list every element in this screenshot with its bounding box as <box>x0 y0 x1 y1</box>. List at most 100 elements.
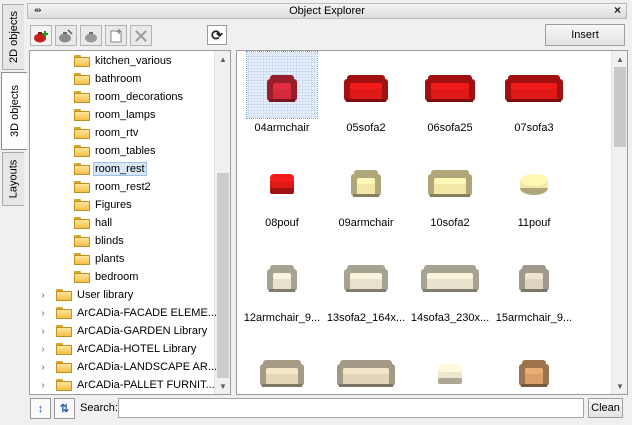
object-thumbnail[interactable] <box>411 337 489 394</box>
scroll-up-icon[interactable]: ▲ <box>215 51 230 67</box>
sofa-icon <box>499 52 569 118</box>
window-title: Object Explorer <box>289 5 365 17</box>
object-thumbnail[interactable]: 13sofa2_164x... <box>327 242 405 324</box>
tree-item[interactable]: room_lamps <box>74 106 158 124</box>
pin-icon[interactable]: ⇹ <box>34 5 42 16</box>
tree-scrollbar[interactable]: ▲ ▼ <box>214 51 230 394</box>
object-name: 13sofa2_164x... <box>326 312 406 324</box>
tab-2d-objects[interactable]: 2D objects <box>2 4 24 70</box>
search-label: Search: <box>80 402 118 414</box>
expand-chevron-icon[interactable]: › <box>38 308 48 319</box>
bottom-bar: ↕ ⇅ Search: Clean <box>27 396 627 422</box>
insert-button[interactable]: Insert <box>545 24 625 46</box>
tree-item-label: kitchen_various <box>95 55 172 67</box>
folder-icon <box>74 271 90 283</box>
object-thumbnail[interactable]: 10sofa2 <box>411 147 489 229</box>
refresh-button[interactable]: ⟳ <box>207 25 227 45</box>
object-thumbnail[interactable]: 07sofa3 <box>495 52 573 134</box>
object-thumbnail[interactable]: 04armchair <box>243 51 321 134</box>
folder-icon <box>56 379 72 391</box>
folder-icon <box>74 73 90 85</box>
object-thumbnail[interactable]: 11pouf <box>495 147 573 229</box>
tree-item[interactable]: room_rest <box>74 160 147 178</box>
expand-chevron-icon[interactable]: › <box>38 326 48 337</box>
sofa-icon <box>247 337 317 394</box>
folder-icon <box>74 217 90 229</box>
folder-icon <box>56 343 72 355</box>
tab-2d-objects-label: 2D objects <box>7 11 20 63</box>
tree-item[interactable]: room_rest2 <box>74 178 153 196</box>
object-thumbnail[interactable]: 15armchair_9... <box>495 242 573 324</box>
grid-scroll-up-icon[interactable]: ▲ <box>612 51 627 67</box>
tree-item[interactable]: › User library <box>38 286 135 304</box>
tools-icon <box>135 29 147 42</box>
object-grid: ▲ ▼ 04armchair 05sofa2 06sofa25 07sofa3 08po… <box>236 50 628 395</box>
grid-scroll-thumb[interactable] <box>614 67 626 147</box>
folder-icon <box>74 127 90 139</box>
object-name: 11pouf <box>517 217 551 229</box>
tree-item-label: ArCADia-LANDSCAPE AR... <box>77 361 217 373</box>
object-properties-button[interactable] <box>80 25 102 46</box>
tools-button[interactable] <box>130 25 152 46</box>
teapot-icon <box>85 31 97 42</box>
tree-item-label: bathroom <box>95 73 142 85</box>
object-thumbnail[interactable]: 06sofa25 <box>411 52 489 134</box>
scroll-down-icon[interactable]: ▼ <box>215 378 230 394</box>
object-thumbnail[interactable] <box>243 337 321 394</box>
object-thumbnail[interactable]: 05sofa2 <box>327 52 405 134</box>
tree-item[interactable]: › ArCADia-GARDEN Library <box>38 322 209 340</box>
tree-item[interactable]: plants <box>74 250 126 268</box>
tree-item[interactable]: hall <box>74 214 114 232</box>
add-object-button[interactable] <box>30 25 52 46</box>
tree-item[interactable]: bathroom <box>74 70 143 88</box>
grid-scroll-down-icon[interactable]: ▼ <box>612 378 627 394</box>
expand-chevron-icon[interactable]: › <box>38 380 48 391</box>
tree-item[interactable]: › ArCADia-FACADE ELEME... <box>38 304 219 322</box>
tree-item[interactable]: Figures <box>74 196 134 214</box>
tree-item[interactable]: kitchen_various <box>74 52 173 70</box>
tree-item-label: ArCADia-GARDEN Library <box>77 325 208 337</box>
object-thumbnail[interactable]: 08pouf <box>243 147 321 229</box>
tab-3d-objects-label: 3D objects <box>8 85 21 137</box>
object-name: 08pouf <box>265 217 299 229</box>
object-thumbnail[interactable]: 12armchair_9... <box>243 242 321 324</box>
sofa-icon <box>331 242 401 308</box>
tree-item-label: room_rest <box>93 162 147 176</box>
folder-icon <box>56 289 72 301</box>
tree-item[interactable]: room_decorations <box>74 88 185 106</box>
new-document-icon <box>110 28 122 42</box>
teapot-add-icon <box>34 30 48 42</box>
expand-chevron-icon[interactable]: › <box>38 290 48 301</box>
object-thumbnail[interactable]: 14sofa3_230x... <box>411 242 489 324</box>
close-icon[interactable]: × <box>614 3 621 17</box>
folder-icon <box>74 91 90 103</box>
expand-chevron-icon[interactable]: › <box>38 362 48 373</box>
expand-chevron-icon[interactable]: › <box>38 344 48 355</box>
pouf-icon <box>247 147 317 213</box>
tree-scroll-thumb[interactable] <box>217 173 229 378</box>
tree-item[interactable]: › ArCADia-PALLET FURNIT... <box>38 376 217 394</box>
folder-icon <box>74 235 90 247</box>
clean-button[interactable]: Clean <box>588 398 623 418</box>
tree-item-label: room_rtv <box>95 127 139 139</box>
tab-3d-objects[interactable]: 3D objects <box>1 72 27 150</box>
folder-icon <box>74 181 90 193</box>
new-folder-button[interactable] <box>105 25 127 46</box>
search-input[interactable] <box>118 398 584 418</box>
tab-layouts[interactable]: Layouts <box>2 152 24 206</box>
sort-ascending-button[interactable]: ↕ <box>30 398 51 419</box>
tree-item[interactable]: › ArCADia-HOTEL Library <box>38 340 198 358</box>
tree-item[interactable]: room_rtv <box>74 124 140 142</box>
edit-object-button[interactable] <box>55 25 77 46</box>
object-thumbnail[interactable] <box>327 337 405 394</box>
object-thumbnail[interactable] <box>495 337 573 394</box>
sort-descending-button[interactable]: ⇅ <box>54 398 75 419</box>
tree-item[interactable]: › ArCADia-LANDSCAPE AR... <box>38 358 219 376</box>
folder-icon <box>74 199 90 211</box>
folder-icon <box>74 55 90 67</box>
grid-scrollbar[interactable]: ▲ ▼ <box>611 51 627 394</box>
tree-item[interactable]: room_tables <box>74 142 158 160</box>
tree-item[interactable]: blinds <box>74 232 126 250</box>
object-thumbnail[interactable]: 09armchair <box>327 147 405 229</box>
tree-item[interactable]: bedroom <box>74 268 140 286</box>
